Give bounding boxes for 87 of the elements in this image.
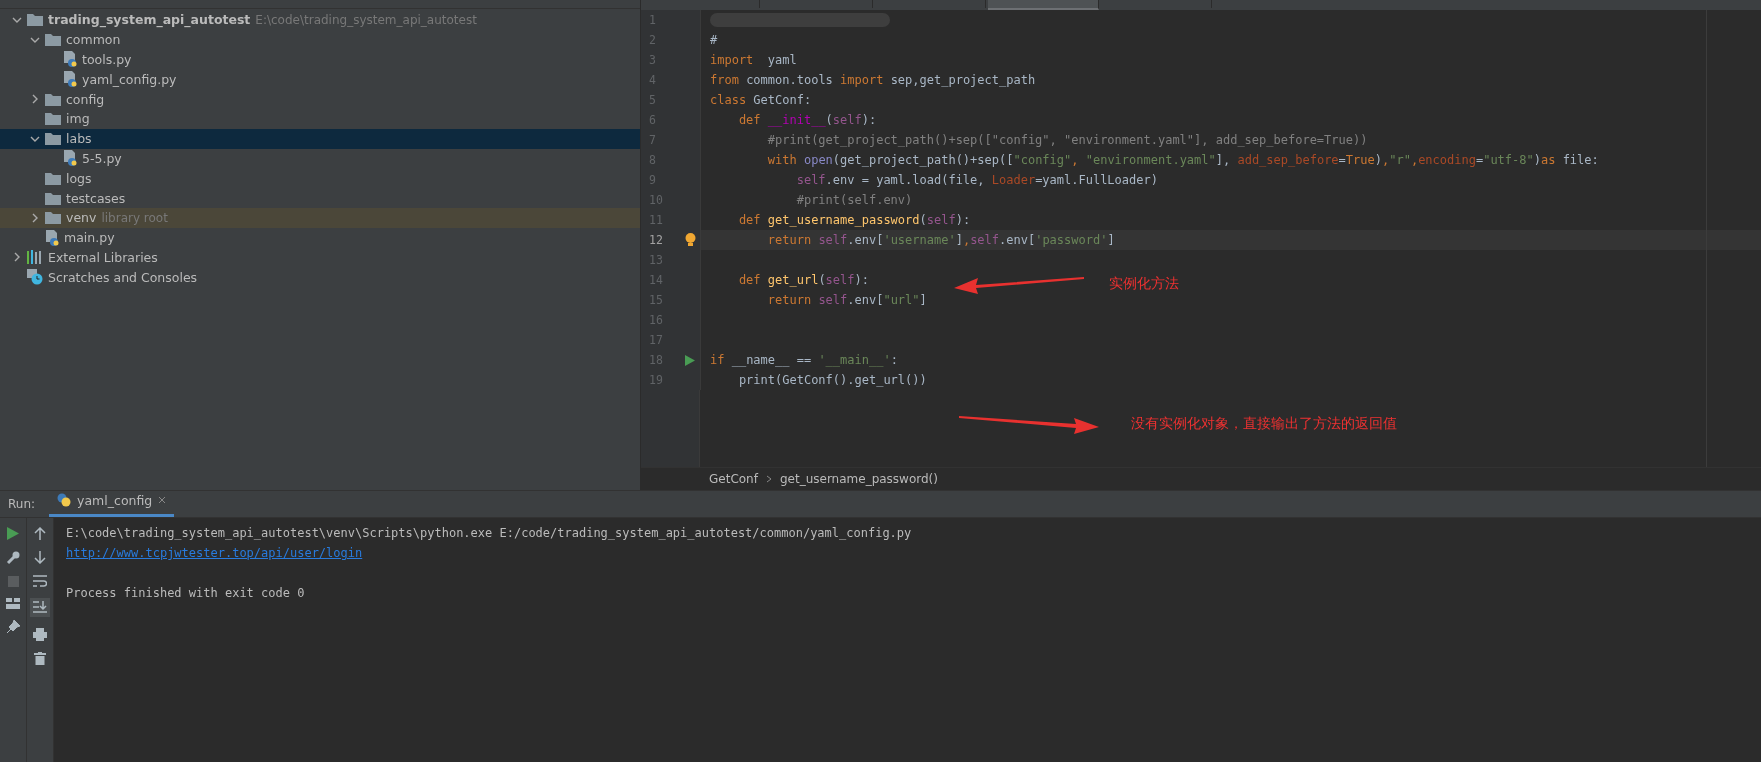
output-link[interactable]: http://www.tcpjwtester.top/api/user/login [66, 543, 912, 563]
folder-icon [45, 112, 61, 126]
line-number: 12 [648, 233, 663, 247]
python-file-icon [63, 150, 77, 167]
folder-icon [45, 171, 61, 185]
code-line: if __name__ == '__main__': [710, 353, 898, 367]
trash-icon[interactable] [34, 652, 46, 665]
tree-item-label: img [66, 111, 90, 127]
arrow-up-icon[interactable] [34, 527, 46, 540]
pin-icon[interactable] [6, 620, 20, 633]
tree-item-label: main.py [64, 230, 115, 246]
tree-item-label: External Libraries [48, 249, 158, 265]
tree-item[interactable]: trading_system_api_autotest E:\code\trading_system_api_autotest [0, 10, 640, 30]
close-icon[interactable] [158, 496, 167, 504]
tree-item[interactable]: logs [0, 168, 640, 189]
tree-item-label: labs [66, 131, 92, 147]
folder-icon [45, 191, 61, 205]
code-line: def __init__(self): [737, 113, 877, 127]
folder-icon [45, 132, 61, 146]
code-line: # [710, 33, 718, 47]
code-line: import yaml [710, 53, 797, 67]
folder-icon [27, 13, 43, 27]
project-path: E:\code\trading_system_api_autotest [255, 12, 477, 27]
tree-item[interactable]: venv library root [0, 207, 640, 228]
scroll-to-end-icon[interactable] [33, 601, 47, 614]
tree-item[interactable]: common [0, 29, 640, 50]
tree-item-label: yaml_config.py [82, 71, 177, 87]
code-line: def get_username_password(self): [737, 213, 971, 227]
tree-item[interactable]: testcases [0, 188, 640, 208]
chevron-right-icon [765, 475, 772, 483]
tree-item[interactable]: External Libraries [0, 247, 640, 268]
tree-item-label: Scratches and Consoles [48, 269, 198, 285]
code-line: #print(self.env) [795, 193, 913, 207]
run-tab[interactable]: yaml_config [49, 491, 175, 517]
layout-icon[interactable] [6, 598, 20, 609]
chevron-right-icon[interactable] [12, 252, 22, 263]
run-icon[interactable] [7, 527, 19, 540]
tree-item-label: trading_system_api_autotest [48, 12, 251, 28]
chevron-right-icon[interactable] [30, 94, 40, 105]
tree-item[interactable]: yaml_config.py [0, 69, 640, 90]
code-line: self.env = yaml.load(file, Loader=yaml.FullLoader) [795, 173, 1158, 187]
annotation-text: 实例化方法 [1109, 275, 1179, 293]
tree-item-label: 5-5.py [82, 150, 122, 166]
folder-icon [45, 211, 61, 225]
code-line: from common.tools import sep,get_project_path [710, 73, 1036, 87]
annotation-text: 没有实例化对象，直接输出了方法的返回值 [1131, 415, 1397, 433]
output-line: E:\code\trading_system_api_autotest\venv\Scripts\python.exe E:/code/trading_system_api_autotest/common/yaml_config.py [66, 525, 912, 542]
breadcrumb[interactable]: get_username_password() [779, 472, 938, 486]
wrench-icon[interactable] [6, 551, 20, 565]
tree-item[interactable]: 5-5.py [0, 148, 640, 169]
python-file-icon [45, 229, 59, 246]
code-line: class GetConf: [710, 93, 812, 107]
tree-item[interactable]: tools.py [0, 49, 640, 70]
output-line: Process finished with exit code 0 [66, 585, 306, 602]
code-line: return self.env['username'],self.env['password'] [766, 233, 1115, 247]
tree-item-label: config [66, 91, 105, 107]
code-line: return self.env["url"] [766, 293, 927, 307]
arrow-down-icon[interactable] [34, 551, 46, 564]
code-line: def get_url(self): [737, 273, 869, 287]
run-label: Run: [8, 497, 36, 511]
scratches-icon [27, 269, 43, 286]
tree-item[interactable]: config [0, 89, 640, 109]
code-line: #print(get_project_path()+sep(["config", "environment.yaml"], add_sep_before=True)) [766, 133, 1368, 147]
breadcrumb[interactable]: GetConf [709, 472, 758, 486]
print-icon[interactable] [33, 628, 47, 641]
tree-item[interactable]: Scratches and Consoles [0, 267, 640, 288]
tree-item[interactable]: labs [0, 128, 640, 149]
lightbulb-icon[interactable] [684, 233, 696, 247]
python-file-icon [63, 51, 77, 68]
python-icon [57, 493, 72, 507]
tree-item-label: tools.py [82, 52, 132, 67]
tree-item-label: venv [66, 210, 97, 226]
library-root-hint: library root [101, 210, 168, 225]
soft-wrap-icon[interactable] [33, 575, 47, 587]
folder-icon [45, 92, 61, 106]
tree-item-label: common [66, 32, 121, 48]
code-line: with open(get_project_path()+sep(["config", "environment.yaml"], add_sep_before=True),"r",encoding="utf-8")as file: [766, 153, 1599, 167]
libraries-icon [27, 250, 43, 265]
tree-item-label: logs [66, 170, 92, 186]
code-line: print(GetConf().get_url()) [737, 373, 927, 387]
tree-item[interactable]: img [0, 109, 640, 129]
python-file-icon [63, 71, 77, 88]
tree-item[interactable]: main.py [0, 227, 640, 248]
tree-item-label: testcases [66, 190, 126, 206]
chevron-right-icon[interactable] [30, 212, 40, 223]
folder-icon [45, 33, 61, 47]
run-icon[interactable] [685, 354, 695, 366]
